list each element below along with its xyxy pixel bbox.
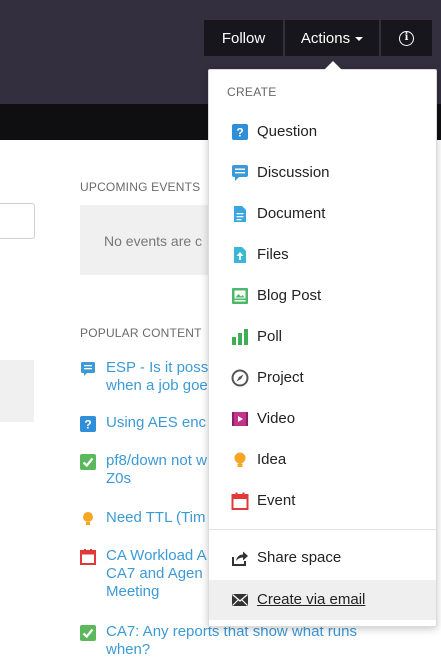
upcoming-events-title: UPCOMING EVENTS: [80, 180, 201, 194]
svg-text:?: ?: [84, 418, 91, 432]
menu-item-project[interactable]: Project: [209, 361, 436, 395]
left-panel-box: [0, 360, 34, 422]
discussion-icon: [81, 362, 95, 376]
menu-item-create-via-email[interactable]: Create via email: [209, 580, 436, 620]
menu-item-share-space[interactable]: Share space: [209, 541, 436, 575]
info-button[interactable]: i: [381, 20, 432, 56]
menu-item-files[interactable]: Files: [209, 238, 436, 272]
files-icon: [234, 247, 246, 263]
menu-item-idea[interactable]: Idea: [209, 443, 436, 477]
menu-item-discussion[interactable]: Discussion: [209, 156, 436, 190]
event-icon: [231, 492, 249, 510]
blog-post-icon: [232, 288, 248, 304]
poll-icon: [232, 329, 248, 345]
question-icon: ?: [80, 416, 96, 432]
menu-item-label: Blog Post: [257, 287, 322, 304]
dropdown-pointer: [324, 61, 342, 70]
event-icon: [80, 549, 96, 565]
popular-item-text: pf8/down not w Z0s: [106, 452, 207, 487]
menu-item-question[interactable]: ? Question: [209, 115, 436, 149]
menu-item-blog-post[interactable]: Blog Post: [209, 279, 436, 313]
menu-item-label: Video: [257, 410, 296, 427]
popular-item-text: Using AES enc: [106, 414, 207, 431]
svg-text:?: ?: [236, 126, 243, 140]
caret-down-icon: [355, 37, 364, 41]
follow-label: Follow: [221, 29, 266, 47]
envelope-icon: [232, 594, 248, 606]
popular-item-text: CA Workload A CA7 and Agen Meeting: [106, 547, 207, 600]
menu-item-label: Files: [257, 246, 289, 263]
project-icon: [231, 369, 249, 387]
menu-item-label: Poll: [257, 328, 283, 345]
left-search-input[interactable]: [0, 203, 35, 239]
video-icon: [232, 412, 248, 426]
create-heading: CREATE: [227, 85, 277, 99]
popular-item-text: Need TTL (Tim: [106, 509, 206, 526]
menu-item-label: Share space: [257, 549, 342, 566]
menu-item-label: Discussion: [257, 164, 330, 181]
follow-button[interactable]: Follow: [204, 20, 283, 56]
no-events-text: No events are c: [104, 233, 203, 249]
menu-divider: [209, 529, 436, 530]
document-icon: [234, 206, 246, 222]
idea-icon: [234, 452, 246, 467]
question-icon: ?: [232, 124, 248, 140]
actions-button[interactable]: Actions: [285, 20, 379, 56]
check-icon: [80, 625, 96, 641]
menu-item-label: Document: [257, 205, 326, 222]
menu-item-event[interactable]: Event: [209, 484, 436, 518]
actions-dropdown-menu: CREATE ? Question Discussion Document Fi…: [208, 69, 437, 627]
discussion-icon: [232, 165, 248, 181]
info-icon: i: [399, 30, 414, 46]
menu-item-poll[interactable]: Poll: [209, 320, 436, 354]
actions-label: Actions: [300, 29, 351, 47]
menu-item-label: Project: [257, 369, 304, 386]
menu-item-label: Idea: [257, 451, 287, 468]
menu-item-document[interactable]: Document: [209, 197, 436, 231]
menu-item-label: Event: [257, 492, 296, 509]
popular-content-title: POPULAR CONTENT: [80, 326, 202, 340]
idea-icon: [83, 512, 93, 525]
menu-item-video[interactable]: Video: [209, 402, 436, 436]
menu-item-label: Create via email: [257, 591, 366, 608]
share-icon: [232, 551, 248, 566]
popular-item-text: ESP - Is it poss when a job goe: [106, 359, 209, 394]
check-icon: [80, 454, 96, 470]
menu-item-label: Question: [257, 123, 318, 140]
popular-item-text: CA7: Any reports that show what runs whe…: [106, 623, 357, 658]
